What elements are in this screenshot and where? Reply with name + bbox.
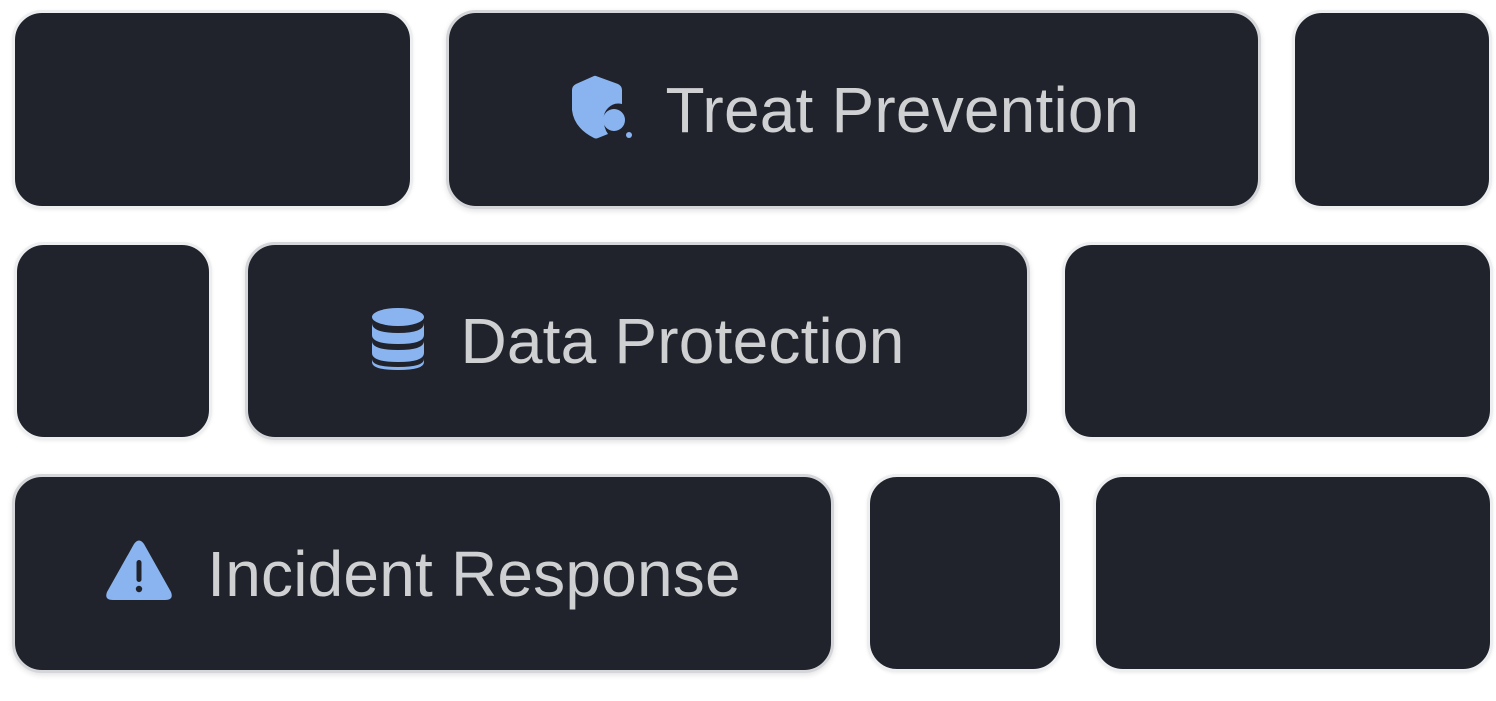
empty-tile	[1093, 474, 1493, 672]
feature-tile-treat-prevention[interactable]: Treat Prevention	[446, 10, 1261, 209]
database-icon	[370, 307, 426, 376]
feature-label: Treat Prevention	[665, 73, 1140, 146]
empty-tile	[1292, 10, 1492, 209]
empty-tile	[12, 10, 413, 209]
feature-label: Data Protection	[460, 305, 905, 377]
warning-triangle-icon	[105, 540, 173, 607]
feature-tile-incident-response[interactable]: Incident Response	[12, 474, 834, 673]
empty-tile	[14, 242, 212, 440]
shield-search-icon	[568, 74, 632, 145]
feature-tile-data-protection[interactable]: Data Protection	[245, 242, 1030, 440]
feature-label: Incident Response	[207, 537, 741, 610]
empty-tile	[867, 474, 1063, 672]
empty-tile	[1062, 242, 1493, 440]
